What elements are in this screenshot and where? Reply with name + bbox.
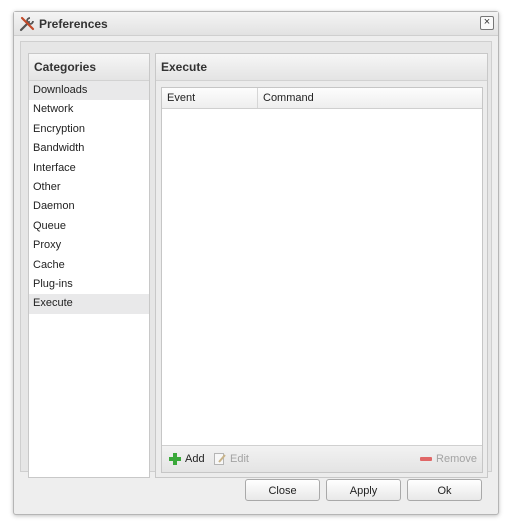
add-button[interactable]: Add	[168, 452, 205, 466]
minus-icon	[420, 457, 433, 461]
table-header: Event Command	[162, 88, 482, 109]
category-network[interactable]: Network	[29, 100, 149, 119]
category-downloads[interactable]: Downloads	[29, 81, 149, 101]
preferences-dialog: Preferences × Categories Downloads Netwo…	[13, 11, 499, 515]
edit-button[interactable]: Edit	[213, 452, 249, 466]
edit-label: Edit	[230, 453, 249, 465]
close-button[interactable]: Close	[245, 479, 320, 501]
category-interface[interactable]: Interface	[29, 159, 149, 178]
category-plug-ins[interactable]: Plug-ins	[29, 275, 149, 294]
ok-button[interactable]: Ok	[407, 479, 482, 501]
execute-header: Execute	[156, 54, 487, 81]
add-label: Add	[185, 453, 205, 465]
categories-panel: Categories Downloads Network Encryption …	[28, 53, 150, 478]
execute-toolbar: Add Edit Remove	[162, 445, 482, 472]
categories-list: Downloads Network Encryption Bandwidth I…	[29, 81, 149, 314]
window-title: Preferences	[39, 17, 108, 31]
column-header-command[interactable]: Command	[258, 88, 314, 108]
tools-icon	[19, 16, 35, 32]
category-proxy[interactable]: Proxy	[29, 236, 149, 255]
category-encryption[interactable]: Encryption	[29, 120, 149, 139]
categories-header: Categories	[29, 54, 149, 81]
execute-panel: Execute Event Command Add Edit Remove	[155, 53, 488, 478]
category-cache[interactable]: Cache	[29, 256, 149, 275]
content-area: Categories Downloads Network Encryption …	[20, 41, 492, 478]
table-body[interactable]	[162, 109, 482, 444]
titlebar: Preferences ×	[14, 12, 498, 36]
plus-icon	[169, 453, 181, 465]
category-execute[interactable]: Execute	[29, 294, 149, 314]
column-header-event[interactable]: Event	[162, 88, 258, 108]
category-bandwidth[interactable]: Bandwidth	[29, 139, 149, 158]
remove-label: Remove	[436, 453, 477, 465]
apply-button[interactable]: Apply	[326, 479, 401, 501]
execute-table: Event Command Add Edit Remove	[161, 87, 483, 473]
edit-icon	[214, 453, 226, 465]
category-daemon[interactable]: Daemon	[29, 197, 149, 216]
category-other[interactable]: Other	[29, 178, 149, 197]
close-window-button[interactable]: ×	[480, 16, 494, 30]
remove-button[interactable]: Remove	[419, 452, 477, 466]
category-queue[interactable]: Queue	[29, 217, 149, 236]
